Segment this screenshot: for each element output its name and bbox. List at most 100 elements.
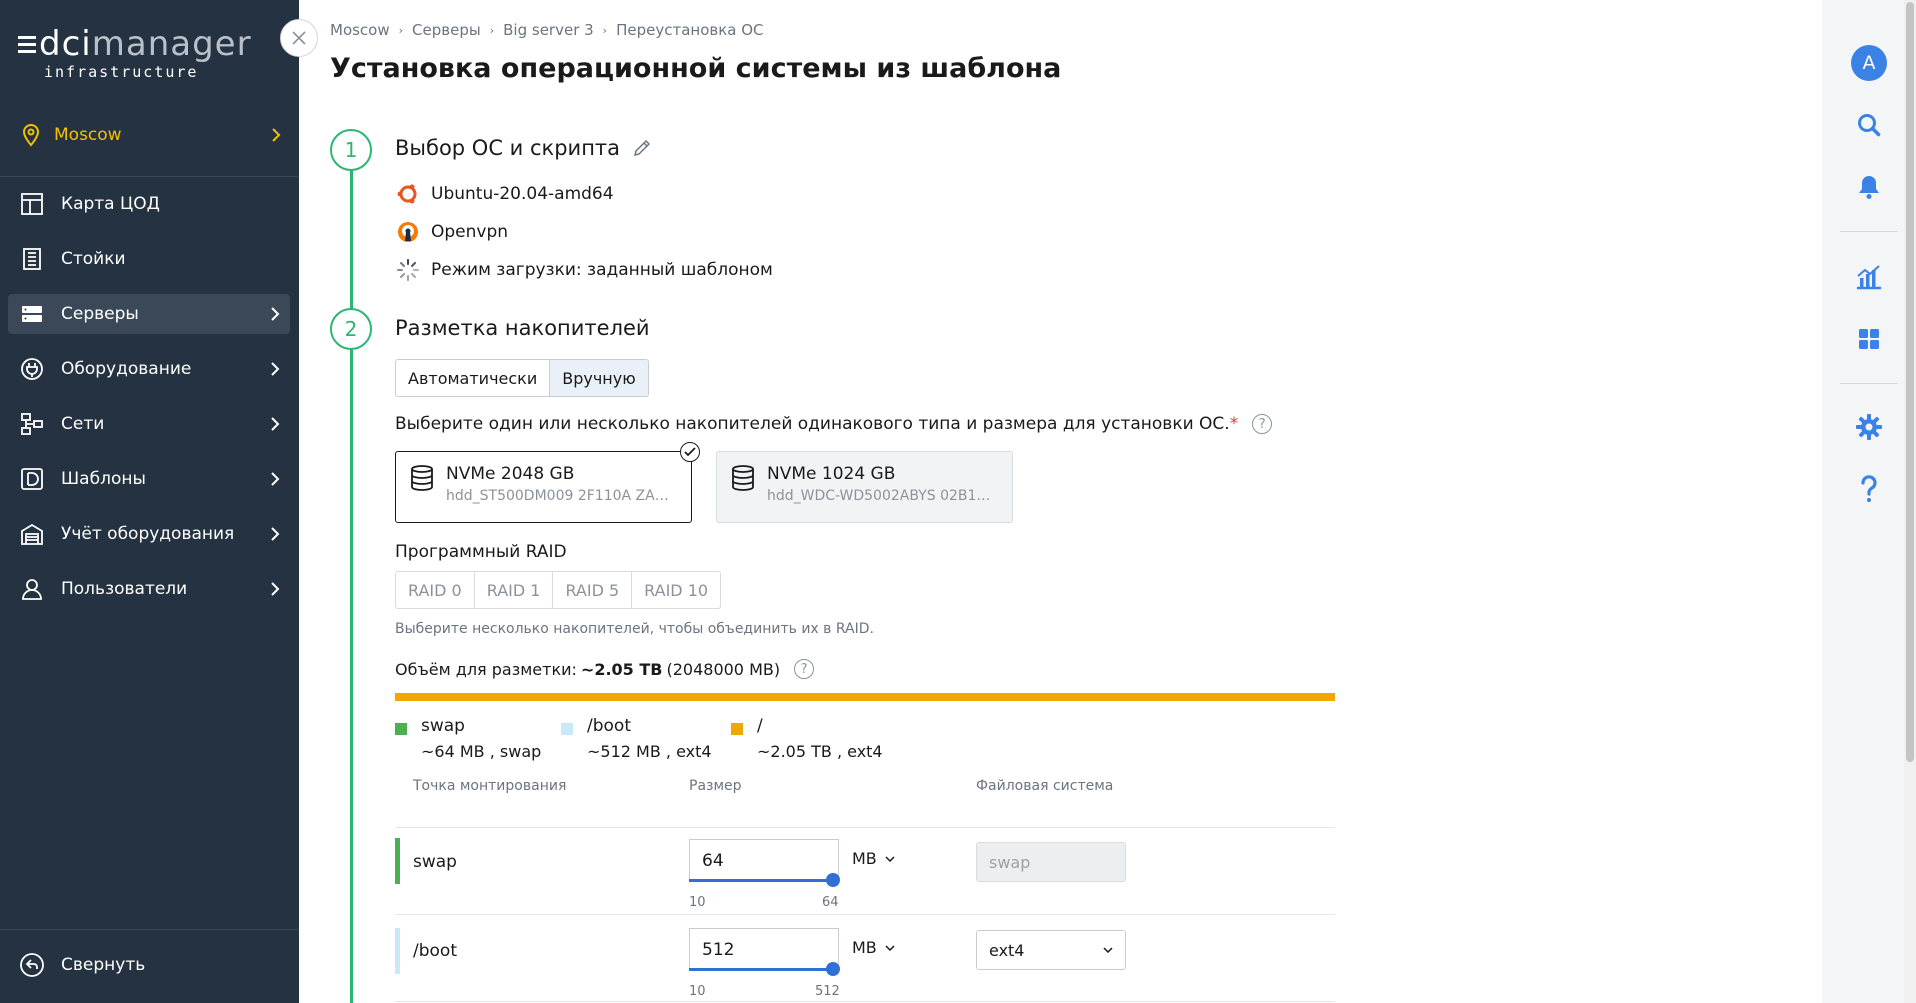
raid-10-button[interactable]: RAID 10: [631, 572, 720, 608]
sidebar-item-networks[interactable]: Сети: [8, 404, 290, 444]
warehouse-icon: [19, 521, 45, 547]
logo-subtitle: infrastructure: [44, 63, 199, 81]
partition-size-input[interactable]: 512: [689, 928, 839, 970]
chevron-down-icon: [885, 855, 895, 862]
legend-name: /boot: [587, 716, 631, 736]
disk-serial: hdd_ST500DM009 2F110A ZA48...: [446, 488, 676, 504]
sidebar-item-label: Сети: [61, 414, 105, 434]
breadcrumb-server[interactable]: Big server 3: [503, 21, 594, 39]
size-slider-track[interactable]: [689, 879, 835, 882]
sidebar-item-servers[interactable]: Серверы: [8, 294, 290, 334]
chevron-right-icon: [271, 417, 280, 431]
chevron-right-icon: ›: [489, 23, 495, 37]
gear-icon: [1856, 414, 1882, 440]
legend-item-boot: /boot ~512 MB , ext4: [561, 716, 712, 761]
sidebar-item-templates[interactable]: Шаблоны: [8, 459, 290, 499]
dashboard-button[interactable]: [1822, 319, 1916, 359]
legend-name: /: [757, 716, 763, 736]
sidebar-item-racks[interactable]: Стойки: [8, 239, 290, 279]
sidebar-item-equipment[interactable]: Оборудование: [8, 349, 290, 389]
collapse-icon: [20, 953, 44, 977]
bell-icon: [1859, 176, 1879, 199]
notifications-button[interactable]: [1822, 167, 1916, 207]
step-number-1: 1: [330, 129, 372, 171]
main-menu: Карта ЦОД Стойки Серверы Оборудование Се…: [8, 184, 290, 624]
logo[interactable]: dci manager infrastructure: [18, 26, 252, 81]
scrollbar-thumb[interactable]: [1906, 2, 1914, 762]
location-selector[interactable]: Moscow: [0, 108, 299, 162]
unit-select[interactable]: MB: [852, 938, 895, 957]
chevron-right-icon: [271, 362, 280, 376]
legend-detail: ~512 MB , ext4: [587, 742, 712, 761]
network-icon: [19, 411, 45, 437]
legend-swatch: [561, 723, 573, 735]
row-divider: [395, 914, 1335, 915]
unit-select[interactable]: MB: [852, 849, 895, 868]
raid-0-button[interactable]: RAID 0: [396, 572, 474, 608]
search-button[interactable]: [1822, 105, 1916, 145]
step-title: Выбор ОС и скрипта: [395, 136, 652, 160]
disk-instruction-text: Выберите один или несколько накопителей …: [395, 414, 1230, 434]
sidebar-item-label: Оборудование: [61, 359, 192, 379]
search-icon: [1858, 114, 1881, 137]
volume-exact: (2048000 MB): [666, 659, 781, 679]
breadcrumb-location[interactable]: Moscow: [330, 21, 390, 39]
loading-spinner-icon: [395, 257, 421, 283]
boot-mode: Режим загрузки: заданный шаблоном: [395, 257, 773, 283]
chevron-right-icon: [272, 128, 281, 142]
disk-card[interactable]: NVMe 1024 GB hdd_WDC-WD5002ABYS 02B1B ..…: [716, 451, 1013, 523]
raid-1-button[interactable]: RAID 1: [473, 572, 553, 608]
statistics-button[interactable]: [1822, 257, 1916, 297]
sidebar-item-inventory[interactable]: Учёт оборудования: [8, 514, 290, 554]
partition-mount: swap: [413, 852, 457, 872]
chevron-right-icon: ›: [398, 23, 404, 37]
help-icon[interactable]: ?: [794, 659, 815, 679]
os-name: Ubuntu-20.04-amd64: [431, 184, 614, 204]
disk-instruction: Выберите один или несколько накопителей …: [395, 414, 1273, 434]
legend-swatch: [395, 723, 407, 735]
scrollbar[interactable]: [1904, 0, 1916, 1003]
unit-label: MB: [852, 849, 877, 868]
pencil-icon[interactable]: [632, 138, 652, 158]
sidebar: dci manager infrastructure Moscow Карта Ц…: [0, 0, 299, 1003]
main-content: Moscow › Серверы › Big server 3 › Переустан…: [299, 0, 1822, 1003]
mode-manual-button[interactable]: Вручную: [549, 360, 648, 396]
disk-card[interactable]: NVMe 2048 GB hdd_ST500DM009 2F110A ZA48.…: [395, 442, 700, 523]
settings-button[interactable]: [1822, 407, 1916, 447]
account-button[interactable]: A: [1822, 43, 1916, 83]
size-slider-handle[interactable]: [826, 962, 840, 976]
map-pin-icon: [22, 123, 40, 147]
partition-size-input[interactable]: 64: [689, 839, 839, 881]
sidebar-item-users[interactable]: Пользователи: [8, 569, 290, 609]
user-icon: [19, 576, 45, 602]
help-button[interactable]: [1822, 469, 1916, 509]
column-header-size: Размер: [689, 778, 742, 794]
sidebar-item-label: Пользователи: [61, 579, 188, 599]
sidebar-item-dc-map[interactable]: Карта ЦОД: [8, 184, 290, 224]
volume-value: ~2.05 TB: [580, 659, 663, 679]
filesystem-select[interactable]: ext4: [976, 930, 1126, 970]
collapse-sidebar-button[interactable]: Свернуть: [0, 940, 299, 990]
mode-auto-button[interactable]: Автоматически: [396, 360, 549, 396]
breadcrumb: Moscow › Серверы › Big server 3 › Переустан…: [330, 21, 764, 39]
breadcrumb-servers[interactable]: Серверы: [412, 21, 481, 39]
required-mark: *: [1229, 414, 1239, 434]
chevron-right-icon: [271, 582, 280, 596]
volume-usage-bar: [395, 693, 1335, 701]
slider-max: 64: [822, 895, 839, 910]
unit-label: MB: [852, 938, 877, 957]
row-divider: [395, 827, 1335, 828]
raid-5-button[interactable]: RAID 5: [552, 572, 631, 608]
help-icon[interactable]: ?: [1252, 414, 1273, 434]
legend-detail: ~2.05 TB , ext4: [757, 742, 883, 761]
server-icon: [19, 301, 45, 327]
chevron-right-icon: ›: [602, 23, 608, 37]
size-slider-track[interactable]: [689, 968, 835, 971]
row-divider: [395, 1001, 1335, 1002]
collapse-label: Свернуть: [61, 955, 146, 975]
volume-summary: Объём для разметки: ~2.05 TB (2048000 MB…: [395, 659, 815, 679]
legend-item-root: / ~2.05 TB , ext4: [731, 716, 883, 761]
size-slider-handle[interactable]: [826, 873, 840, 887]
close-button[interactable]: [280, 19, 318, 57]
slider-min: 10: [689, 895, 706, 910]
